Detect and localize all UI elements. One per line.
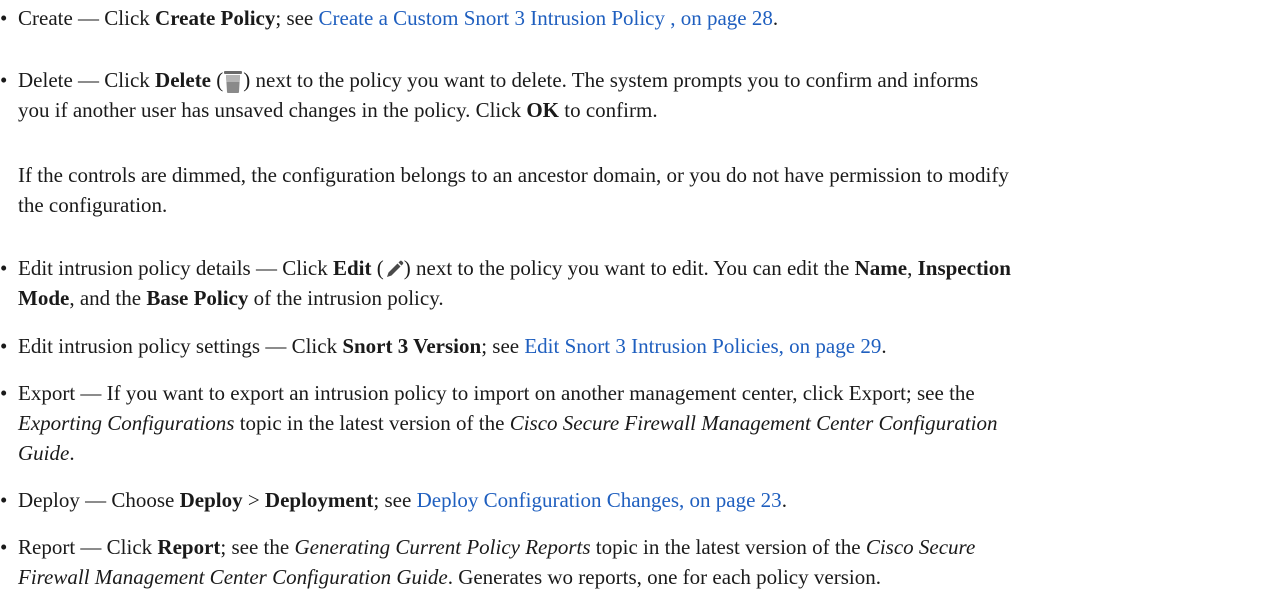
text: to confirm. [559,98,658,122]
create-policy-link[interactable]: Create a Custom Snort 3 Intrusion Policy… [319,6,773,30]
guide-name: Firewall Management Center Configuration… [18,565,448,589]
bullet: • [0,6,8,30]
bullet: • [0,381,8,405]
guide-name: Cisco Secure [865,535,976,559]
text: Report — Click [18,535,158,559]
text: ( [371,256,384,280]
text: ( [211,68,224,92]
inspection-label: Inspection [917,256,1011,280]
bullet: • [0,488,8,512]
text: Deploy — Choose [18,488,180,512]
topic-name: Generating Current Policy Reports [294,535,591,559]
note-paragraph: If the controls are dimmed, the configur… [18,160,1248,220]
text: . [781,488,787,512]
guide-name: Guide [18,441,70,465]
trash-icon [223,70,243,94]
list-item-edit-settings: • Edit intrusion policy settings — Click … [0,331,1240,361]
list-item-export: • Export — If you want to export an intru… [0,378,1240,468]
text: Delete — Click [18,68,156,92]
bullet: • [0,535,8,559]
list-item-continuation: Firewall Management Center Configuration… [0,562,1240,592]
deploy-changes-link[interactable]: Deploy Configuration Changes, on page 23 [417,488,782,512]
text: Edit intrusion policy details — Click [18,256,333,280]
text: you if another user has unsaved changes … [18,98,527,122]
list-item-delete: • Delete — Click Delete () next to the po… [0,65,1240,125]
text: . [881,334,887,358]
bullet: • [0,68,8,92]
text: next to the policy you want to edit. You… [410,256,855,280]
document-page: • Create — Click Create Policy; see Creat… [0,0,1261,608]
list-item-create: • Create — Click Create Policy; see Creat… [0,3,1240,33]
edit-label: Edit [332,256,372,280]
text: next to the policy you want to delete. T… [250,68,979,92]
list-item-report: • Report — Click Report; see the Generati… [0,532,1240,592]
text: topic in the latest version of the [234,411,510,435]
text: topic in the latest version of the [590,535,866,559]
note-line-1: If the controls are dimmed, the configur… [18,163,1009,187]
text: ; see [373,488,417,512]
text: Export — If you want to export an intrus… [18,381,975,405]
text: . Generates wo reports, one for each pol… [447,565,881,589]
create-policy-label: Create Policy [155,6,276,30]
text: ; see [481,334,525,358]
text: of the intrusion policy. [248,286,444,310]
base-policy-label: Base Policy [146,286,249,310]
text: > [242,488,265,512]
guide-name: Cisco Secure Firewall Management Center … [509,411,998,435]
text: ) [403,256,411,280]
text: Edit intrusion policy settings — Click [18,334,343,358]
list-item-continuation: you if another user has unsaved changes … [0,95,1240,125]
text: . [69,441,75,465]
list-item-continuation: Mode, and the Base Policy of the intrusi… [0,283,1240,313]
topic-name: Exporting Configurations [18,411,235,435]
text: ; see the [220,535,295,559]
mode-label: Mode [18,286,70,310]
list-item-edit-details: • Edit intrusion policy details — Click E… [0,253,1240,313]
deploy-label: Deploy [179,488,243,512]
text: Create — Click [18,6,156,30]
list-item-continuation: Exporting Configurations topic in the la… [0,408,1240,438]
text: , [907,256,918,280]
text: ; see [275,6,319,30]
list-item-continuation: Guide. [0,438,1240,468]
text: . [772,6,779,30]
name-label: Name [854,256,908,280]
pencil-icon [384,260,404,280]
edit-policies-link[interactable]: Edit Snort 3 Intrusion Policies, on page… [524,334,881,358]
deployment-label: Deployment [264,488,374,512]
bullet: • [0,256,8,280]
report-label: Report [157,535,221,559]
list-item-deploy: • Deploy — Choose Deploy > Deployment; se… [0,485,1240,515]
ok-label: OK [526,98,560,122]
note-line-2: the configuration. [18,193,168,217]
snort-version-label: Snort 3 Version [342,334,482,358]
bullet: • [0,334,8,358]
delete-label: Delete [155,68,212,92]
text: , and the [69,286,147,310]
